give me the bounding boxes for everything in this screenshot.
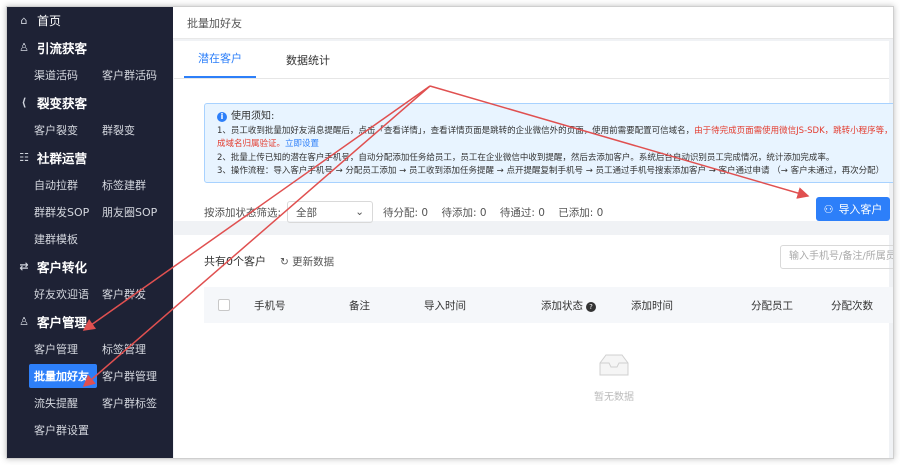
sidebar-row: 自动拉群 标签建群 [7, 171, 173, 198]
sidebar-section-3[interactable]: ⇄ 客户转化 [7, 252, 173, 280]
sidebar-section-title: 客户管理 [37, 314, 88, 330]
user-add-icon: ⚇ [823, 202, 834, 216]
total-count: 共有0个客户 [204, 255, 266, 268]
sidebar-section-1[interactable]: ⟨ 裂变获客 [7, 88, 173, 116]
sidebar-item[interactable]: 渠道活码 [29, 63, 97, 87]
setup-now-link[interactable]: 立即设置 [285, 139, 319, 149]
sidebar-row: 群群发SOP 朋友圈SOP [7, 198, 173, 225]
chevron-down-icon: ⌄ [355, 206, 365, 218]
sidebar-section-2[interactable]: ☷ 社群运营 [7, 143, 173, 171]
import-button-label: 导入客户 [838, 203, 883, 216]
sidebar-item[interactable]: 朋友圈SOP [97, 200, 165, 224]
sidebar: ⌂ 首页 ♙ 引流获客渠道活码 客户群活码 ⟨ 裂变获客客户裂变 群裂变 ☷ 社群运营自动拉群… [7, 7, 173, 458]
usage-notice: i 使用须知: 1、员工收到批量加好友消息提醒后，点击「查看详情」，查看详情页面是… [204, 103, 894, 183]
sidebar-item-home[interactable]: ⌂ 首页 [7, 7, 173, 33]
list-header: 共有0个客户 ↻ 更新数据 [204, 253, 334, 269]
sidebar-row: 好友欢迎语 客户群发 [7, 280, 173, 307]
refresh-icon: ↻ [280, 255, 293, 268]
sidebar-item[interactable]: 群裂变 [97, 118, 165, 142]
sidebar-row: 客户群设置 [7, 416, 173, 443]
col-assign-count: 分配次数 [831, 299, 873, 312]
refresh-label: 更新数据 [292, 255, 335, 268]
table-header: 手机号 备注 导入时间 添加状态? 添加时间 分配员工 分配次数 [204, 287, 893, 323]
count-pending-add: 待添加: 0 [441, 206, 487, 219]
sidebar-item[interactable]: 好友欢迎语 [29, 282, 97, 306]
import-customers-button[interactable]: ⚇ 导入客户 [816, 197, 890, 221]
count-pending-approve: 待通过: 0 [499, 206, 545, 219]
col-import-time: 导入时间 [424, 299, 466, 312]
sidebar-item[interactable]: 客户群管理 [97, 364, 165, 388]
sidebar-home-label: 首页 [37, 13, 62, 28]
select-all-checkbox[interactable] [218, 299, 230, 311]
tab-bar: 潜在客户 数据统计 [174, 41, 889, 79]
sidebar-row: 批量加好友 客户群管理 [7, 362, 173, 389]
refresh-button[interactable]: ↻ 更新数据 [280, 254, 334, 269]
sidebar-item[interactable]: 客户群标签 [97, 391, 165, 415]
customer-icon: ♙ [19, 314, 29, 328]
col-phone: 手机号 [254, 299, 286, 312]
sidebar-item[interactable]: 客户群活码 [97, 63, 165, 87]
sidebar-item[interactable]: 批量加好友 [29, 363, 97, 388]
status-select-value: 全部 [296, 206, 318, 219]
filter-card: 潜在客户 数据统计 i 使用须知: 1、员工收到批量加好友消息提醒后，点击「查看详… [174, 41, 893, 223]
notice-line2: 2、批量上传已知的潜在客户手机号，自动分配添加任务给员工，员工在企业微信中收到提… [217, 152, 835, 163]
breadcrumb: 批量加好友 [173, 7, 893, 39]
col-remark: 备注 [349, 299, 370, 312]
sidebar-item[interactable]: 客户裂变 [29, 118, 97, 142]
notice-line1-warning: 由于待完成页面需使用微信JS-SDK，跳转小程序等，更 [694, 125, 894, 136]
sidebar-item[interactable]: 群群发SOP [29, 200, 97, 224]
tab-statistics[interactable]: 数据统计 [272, 52, 344, 78]
sidebar-section-title: 裂变获客 [37, 95, 88, 111]
status-filter: 按添加状态筛选: 全部 ⌄ 待分配: 0 待添加: 0 待通过: 0 已添加: … [204, 201, 613, 223]
sidebar-item[interactable]: 自动拉群 [29, 173, 97, 197]
sidebar-section-title: 社群运营 [37, 150, 88, 166]
col-add-time: 添加时间 [631, 299, 673, 312]
col-add-status: 添加状态? [541, 298, 596, 313]
sidebar-section-title: 引流获客 [37, 40, 88, 56]
tab-potential-customers[interactable]: 潜在客户 [184, 50, 256, 78]
sidebar-section-title: 客户转化 [37, 259, 88, 275]
notice-line3: 3、操作流程：导入客户手机号 → 分配员工添加 → 员工收到添加任务提醒 → 点… [217, 166, 885, 176]
count-added: 已添加: 0 [558, 206, 604, 219]
notice-line1-warning-cont: 成域名归属验证。 [217, 139, 286, 149]
user-icon: ♙ [19, 40, 29, 54]
sidebar-item[interactable]: 标签建群 [97, 173, 165, 197]
notice-title: 使用须知: [231, 111, 275, 122]
sidebar-item[interactable]: 流失提醒 [29, 391, 97, 415]
sidebar-item[interactable]: 客户群发 [97, 282, 165, 306]
sidebar-section-0[interactable]: ♙ 引流获客 [7, 33, 173, 61]
sidebar-item[interactable]: 客户管理 [29, 337, 97, 361]
sidebar-row: 客户管理 标签管理 [7, 335, 173, 362]
home-icon: ⌂ [20, 13, 28, 27]
sidebar-row: 建群模板 [7, 225, 173, 252]
group-icon: ☷ [19, 150, 29, 164]
empty-box-icon [599, 354, 629, 376]
search-input[interactable]: 输入手机号/备注/所属员工 [780, 245, 893, 269]
info-icon: i [217, 112, 227, 122]
page-title: 批量加好友 [187, 16, 242, 30]
sidebar-row: 流失提醒 客户群标签 [7, 389, 173, 416]
conversion-icon: ⇄ [19, 259, 29, 273]
share-icon: ⟨ [21, 95, 27, 109]
sidebar-row: 客户裂变 群裂变 [7, 116, 173, 143]
sidebar-row: 渠道活码 客户群活码 [7, 61, 173, 88]
notice-line1: 1、员工收到批量加好友消息提醒后，点击「查看详情」，查看详情页面是跳转的企业微信… [217, 125, 695, 136]
status-select[interactable]: 全部 ⌄ [287, 201, 374, 223]
sidebar-item[interactable]: 标签管理 [97, 337, 165, 361]
col-assigned-staff: 分配员工 [751, 299, 793, 312]
filter-label: 按添加状态筛选: [204, 206, 282, 219]
app-window: ⌂ 首页 ♙ 引流获客渠道活码 客户群活码 ⟨ 裂变获客客户裂变 群裂变 ☷ 社群运营自动拉群… [6, 6, 894, 459]
customer-list-card: 共有0个客户 ↻ 更新数据 输入手机号/备注/所属员工 手机号 备注 导入时间 … [174, 235, 893, 458]
empty-state: 暂无数据 [594, 353, 634, 403]
count-unassigned: 待分配: 0 [383, 206, 429, 219]
help-icon[interactable]: ? [586, 301, 596, 312]
sidebar-item[interactable]: 客户群设置 [29, 418, 97, 442]
empty-text: 暂无数据 [594, 392, 634, 403]
sidebar-item[interactable]: 建群模板 [29, 227, 97, 251]
sidebar-section-4[interactable]: ♙ 客户管理 [7, 307, 173, 335]
status-counts: 待分配: 0 待添加: 0 待通过: 0 已添加: 0 [383, 205, 613, 220]
col-add-status-label: 添加状态 [541, 299, 583, 312]
